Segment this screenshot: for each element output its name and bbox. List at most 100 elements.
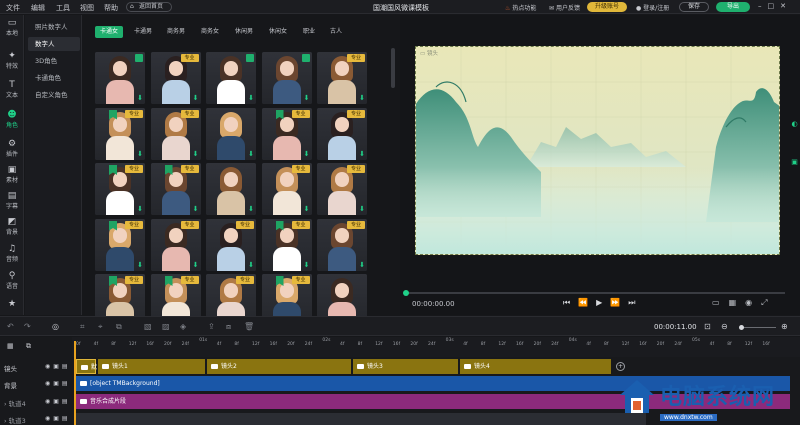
category-photo-avatar[interactable]: 照片数字人 [28, 20, 80, 34]
character-card[interactable]: 专业 ⬇ [206, 218, 256, 271]
rail-text[interactable]: T 文本 [0, 80, 24, 99]
zoom-slider[interactable] [739, 325, 776, 330]
trash-icon[interactable]: ▤ [62, 380, 71, 387]
download-icon[interactable]: ⬇ [359, 261, 365, 269]
download-icon[interactable]: ⬇ [359, 206, 365, 213]
rail-favorites[interactable]: ★ [0, 299, 24, 309]
filter-chip[interactable]: 休闲女 [264, 26, 292, 38]
copy-icon[interactable]: ▨ [162, 322, 170, 331]
character-card[interactable]: 专业 ⬇ [95, 163, 145, 215]
download-icon[interactable]: ⬇ [137, 261, 143, 269]
download-icon[interactable]: ⬇ [137, 150, 143, 158]
character-card[interactable]: ⬇ [95, 52, 145, 104]
screen-icon[interactable]: ▭ [712, 298, 729, 307]
download-icon[interactable]: ⬇ [304, 95, 310, 102]
lock-icon[interactable]: ▣ [53, 415, 62, 422]
filter-chip[interactable]: 卡通男 [129, 26, 157, 38]
eye-icon[interactable]: ◉ [45, 398, 53, 405]
character-card[interactable]: ⬇ [206, 52, 256, 104]
home-button[interactable]: ⌂ 返回首页 [126, 2, 172, 12]
download-icon[interactable]: ⬇ [248, 95, 254, 102]
camera-clip[interactable]: 镜头2 [207, 359, 351, 374]
split-icon[interactable]: ⧉ [116, 322, 122, 332]
export-button[interactable]: 导出 [716, 2, 750, 12]
step-forward-icon[interactable]: ⏩ [610, 298, 628, 307]
add-clip-button[interactable]: + [616, 362, 625, 371]
lock-icon[interactable]: ▣ [53, 380, 62, 387]
character-card[interactable]: 专业 ⬇ [261, 218, 312, 271]
timeline-grid-icon[interactable]: ▦ [7, 342, 14, 350]
undo-icon[interactable]: ↶ [7, 322, 14, 331]
menu-view[interactable]: 视图 [80, 3, 94, 13]
record-icon[interactable]: ◎ [52, 322, 59, 331]
upgrade-button[interactable]: 升级账号 [587, 2, 627, 12]
download-icon[interactable]: ⬇ [137, 206, 143, 213]
character-card[interactable]: 专业 ⬇ [317, 218, 367, 271]
rail-character[interactable]: ☻ 角色 [0, 110, 24, 129]
trim-icon[interactable]: ⌖ [98, 322, 103, 332]
timeline-link-icon[interactable]: ⧉ [26, 342, 31, 351]
login-link[interactable]: ● 登录/注册 [636, 3, 669, 12]
close-icon[interactable]: ✕ [780, 2, 792, 10]
eye-icon[interactable]: ◉ [45, 380, 53, 387]
category-cartoon-character[interactable]: 卡通角色 [28, 71, 80, 85]
character-card[interactable]: 专业 ⬇ [150, 218, 201, 271]
character-card[interactable]: 专业 ⬇ [317, 107, 367, 160]
filter-chip[interactable]: 古人 [325, 26, 347, 38]
grid-scrollbar[interactable] [391, 48, 395, 88]
upload-icon[interactable]: ⇪ [208, 322, 215, 331]
rail-effects[interactable]: ✦ 特效 [0, 51, 24, 70]
time-ruler[interactable]: 0f 4f 8f 12f 16f 20f 24f 01s 4f 8f 12f 16f 20f 24f 02s… [72, 337, 800, 357]
skip-start-icon[interactable]: ⏮ [563, 298, 578, 307]
feedback-link[interactable]: ✉ 用户反馈 [549, 3, 580, 12]
track-controls[interactable]: ◉▣▤ [45, 398, 71, 405]
camera-icon[interactable]: ◉ [745, 298, 761, 307]
download-icon[interactable]: ⬇ [304, 206, 310, 213]
camera-clip-default[interactable]: 默认 [76, 359, 97, 386]
zoom-fit-icon[interactable]: ⊡ [704, 322, 711, 331]
menu-file[interactable]: 文件 [6, 3, 20, 13]
character-card[interactable]: 专业 ⬇ [150, 107, 201, 160]
character-card[interactable]: 专业 ⬇ [261, 163, 312, 215]
menu-help[interactable]: 帮助 [104, 3, 118, 13]
grid-icon[interactable]: ▦ [729, 298, 746, 307]
camera-clip[interactable]: 镜头3 [353, 359, 458, 374]
eye-icon[interactable]: ◉ [45, 415, 53, 422]
menu-edit[interactable]: 编辑 [31, 3, 45, 13]
crop-icon[interactable]: ⌗ [80, 322, 85, 332]
play-icon[interactable]: ▶ [596, 298, 610, 307]
track-controls[interactable]: ◉▣▤ [45, 415, 71, 422]
character-card[interactable]: 专业 ⬇ [317, 163, 367, 215]
download-icon[interactable]: ⬇ [248, 261, 254, 269]
character-card[interactable]: 专业 ⬇ [150, 52, 201, 104]
filter-chip[interactable]: 卡通女 [95, 26, 123, 38]
download-icon[interactable]: ⬇ [248, 150, 254, 158]
character-card[interactable]: 专业 ⬇ [261, 107, 312, 160]
lock-icon[interactable]: ▣ [53, 363, 62, 370]
progress-knob[interactable] [403, 290, 409, 296]
preview-canvas[interactable]: ▭ 镜头 [415, 46, 780, 255]
move-icon[interactable]: ◐ [789, 120, 800, 128]
filter-chip[interactable]: 商务女 [196, 26, 224, 38]
minimize-icon[interactable]: – [758, 2, 768, 10]
rail-background[interactable]: ◩ 背景 [0, 217, 24, 236]
camera-clip[interactable]: 镜头4 [460, 359, 611, 374]
skip-end-icon[interactable]: ⏭ [628, 298, 643, 307]
redo-icon[interactable]: ↷ [24, 322, 31, 331]
trash-icon[interactable]: ▤ [62, 415, 71, 422]
layers-icon[interactable]: ◈ [180, 322, 186, 331]
download-icon[interactable]: ⬇ [304, 261, 310, 269]
filter-chip[interactable]: 职业 [298, 26, 320, 38]
lock-icon[interactable]: ▣ [53, 398, 62, 405]
zoom-in-icon[interactable]: ⊕ [781, 322, 788, 331]
zoom-out-icon[interactable]: ⊖ [721, 322, 728, 331]
save-button[interactable]: 保存 [679, 2, 709, 12]
hot-features-link[interactable]: ♨ 热点功能 [505, 3, 536, 12]
rail-assets[interactable]: ▣ 素材 [0, 165, 24, 184]
window-controls[interactable]: –□✕ [758, 2, 792, 10]
download-icon[interactable]: ⬇ [248, 206, 254, 213]
character-card[interactable]: 专业 ⬇ [95, 218, 145, 271]
character-card[interactable]: 专业 ⬇ [150, 163, 201, 215]
download-icon[interactable]: ⬇ [193, 261, 199, 269]
step-back-icon[interactable]: ⏪ [578, 298, 596, 307]
